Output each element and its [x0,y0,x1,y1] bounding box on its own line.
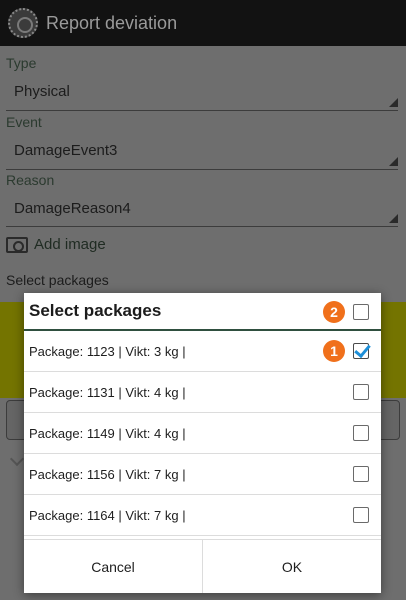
package-label: Package: 1131 | Vikt: 4 kg | [29,384,186,400]
package-checkbox[interactable] [353,466,369,482]
type-divider [6,110,398,111]
reason-label: Reason [6,172,55,188]
type-label: Type [6,55,37,71]
package-label: Package: 1149 | Vikt: 4 kg | [29,425,186,441]
package-row[interactable]: Package: 1164 | Vikt: 7 kg | [24,495,381,536]
add-image-label: Add image [34,236,106,253]
package-row[interactable]: Package: 1123 | Vikt: 3 kg | 1 [24,331,381,372]
app-bar: Report deviation [0,0,406,46]
package-label: Package: 1123 | Vikt: 3 kg | [29,343,186,359]
select-all-checkbox[interactable] [353,304,369,320]
select-packages-label: Select packages [6,272,109,288]
chevron-down-icon [9,451,25,467]
cancel-button[interactable]: Cancel [24,540,202,593]
package-label: Package: 1164 | Vikt: 7 kg | [29,507,186,523]
select-packages-dialog: Select packages 2 Package: 1123 | Vikt: … [24,293,381,593]
package-label: Package: 1156 | Vikt: 7 kg | [29,466,186,482]
add-image-button[interactable]: Add image [6,236,106,253]
app-title: Report deviation [46,12,178,33]
app-logo-icon [8,8,38,38]
ok-button[interactable]: OK [202,540,381,593]
dialog-header: Select packages 2 [24,293,381,331]
event-divider [6,169,398,170]
dialog-title: Select packages [29,301,162,320]
type-spinner-value[interactable]: Physical [14,83,70,100]
reason-spinner-value[interactable]: DamageReason4 [14,200,131,217]
dialog-actions: Cancel OK [24,539,381,593]
package-row[interactable]: Package: 1156 | Vikt: 7 kg | [24,454,381,495]
package-checkbox[interactable] [353,384,369,400]
event-spinner-arrow-icon[interactable] [389,157,398,166]
package-checkbox[interactable] [353,507,369,523]
camera-icon [6,236,28,253]
package-row[interactable]: Package: 1149 | Vikt: 4 kg | [24,413,381,454]
package-checkbox-checked[interactable] [353,343,369,359]
event-spinner-value[interactable]: DamageEvent3 [14,142,117,159]
event-label: Event [6,114,42,130]
type-spinner-arrow-icon[interactable] [389,98,398,107]
reason-spinner-arrow-icon[interactable] [389,214,398,223]
package-row[interactable]: Package: 1131 | Vikt: 4 kg | [24,372,381,413]
annotation-badge-2: 2 [323,301,345,323]
annotation-badge-1: 1 [323,340,345,362]
reason-divider [6,226,398,227]
package-checkbox[interactable] [353,425,369,441]
